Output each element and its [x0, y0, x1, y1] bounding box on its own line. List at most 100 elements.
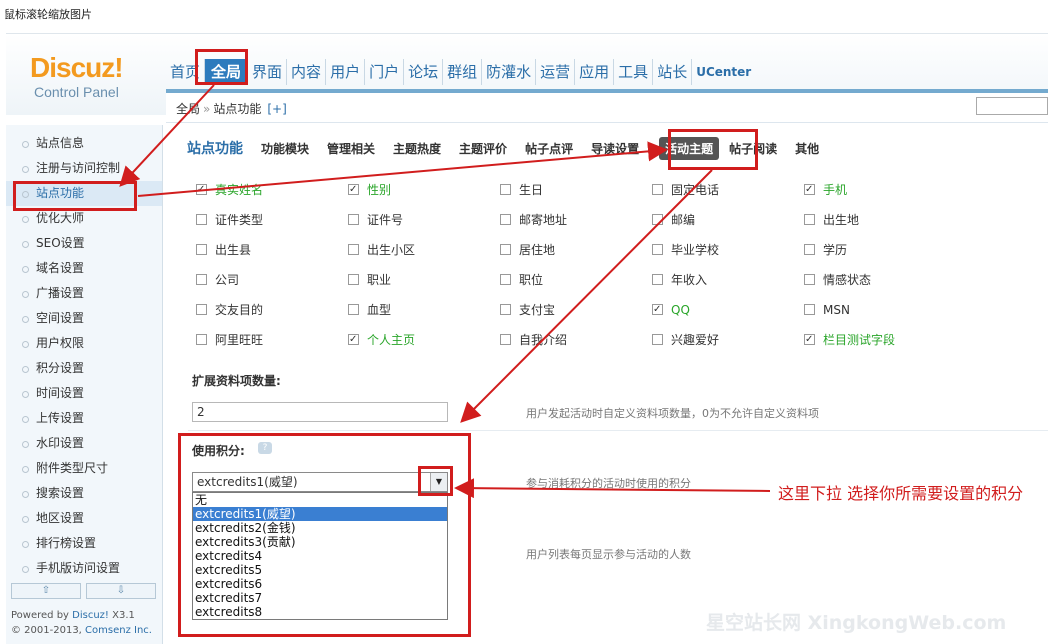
profile-field-checkbox[interactable]: 兴趣爱好 — [652, 332, 719, 348]
profile-field-checkbox[interactable]: 年收入 — [652, 272, 707, 288]
profile-field-checkbox[interactable]: 自我介绍 — [500, 332, 567, 348]
tab-1[interactable]: 管理相关 — [327, 140, 375, 157]
checkbox[interactable] — [348, 274, 359, 285]
sidebar-item-5[interactable]: 域名设置 — [6, 256, 162, 281]
nav-item-5[interactable]: 门户 — [365, 59, 405, 85]
checkbox[interactable] — [196, 214, 207, 225]
profile-field-checkbox[interactable]: 支付宝 — [500, 302, 555, 318]
profile-field-checkbox[interactable]: 居住地 — [500, 242, 555, 258]
checkbox[interactable] — [804, 304, 815, 315]
checkbox[interactable] — [196, 274, 207, 285]
checkbox[interactable] — [348, 304, 359, 315]
checkbox[interactable] — [196, 244, 207, 255]
nav-item-6[interactable]: 论坛 — [404, 59, 444, 85]
sidebar-item-17[interactable]: 手机版访问设置 — [6, 556, 162, 581]
nav-item-10[interactable]: 应用 — [575, 59, 615, 85]
sidebar-item-12[interactable]: 水印设置 — [6, 431, 162, 456]
sidebar-item-4[interactable]: SEO设置 — [6, 231, 162, 256]
checkbox[interactable] — [804, 244, 815, 255]
profile-field-checkbox[interactable]: 手机 — [804, 182, 847, 198]
profile-field-checkbox[interactable]: 公司 — [196, 272, 239, 288]
profile-field-checkbox[interactable]: 职业 — [348, 272, 391, 288]
profile-field-checkbox[interactable]: 毕业学校 — [652, 242, 719, 258]
tab-2[interactable]: 主题热度 — [393, 140, 441, 157]
powered-brand[interactable]: Discuz! — [72, 610, 109, 621]
profile-field-checkbox[interactable]: 栏目测试字段 — [804, 332, 895, 348]
nav-item-13[interactable]: UCenter — [692, 59, 755, 85]
profile-field-checkbox[interactable]: 邮编 — [652, 212, 695, 228]
sidebar-item-14[interactable]: 搜索设置 — [6, 481, 162, 506]
sidebar-item-6[interactable]: 广播设置 — [6, 281, 162, 306]
breadcrumb-root[interactable]: 全局 — [176, 102, 200, 116]
sidebar-item-15[interactable]: 地区设置 — [6, 506, 162, 531]
nav-item-8[interactable]: 防灌水 — [482, 59, 537, 85]
tab-3[interactable]: 主题评价 — [459, 140, 507, 157]
scroll-down-button[interactable]: ⇩ — [86, 583, 156, 599]
profile-field-checkbox[interactable]: 性别 — [348, 182, 391, 198]
sidebar-item-8[interactable]: 用户权限 — [6, 331, 162, 356]
nav-item-3[interactable]: 内容 — [287, 59, 327, 85]
nav-item-11[interactable]: 工具 — [614, 59, 654, 85]
profile-field-checkbox[interactable]: 交友目的 — [196, 302, 263, 318]
profile-field-checkbox[interactable]: 学历 — [804, 242, 847, 258]
checkbox[interactable] — [500, 334, 511, 345]
sidebar-item-16[interactable]: 排行榜设置 — [6, 531, 162, 556]
checkbox[interactable] — [804, 274, 815, 285]
nav-item-4[interactable]: 用户 — [326, 59, 366, 85]
checkbox[interactable] — [804, 214, 815, 225]
search-input[interactable] — [976, 97, 1048, 115]
checkbox[interactable] — [652, 274, 663, 285]
sidebar-item-13[interactable]: 附件类型尺寸 — [6, 456, 162, 481]
logo[interactable]: Discuz! Control Panel — [30, 54, 160, 101]
checkbox[interactable] — [196, 334, 207, 345]
profile-field-checkbox[interactable]: 生日 — [500, 182, 543, 198]
profile-field-checkbox[interactable]: 证件号 — [348, 212, 403, 228]
tab-5[interactable]: 导读设置 — [591, 140, 639, 157]
profile-field-checkbox[interactable]: 出生县 — [196, 242, 251, 258]
breadcrumb-add-button[interactable]: [+] — [267, 102, 286, 116]
profile-field-checkbox[interactable]: 职位 — [500, 272, 543, 288]
profile-field-checkbox[interactable]: 证件类型 — [196, 212, 263, 228]
profile-field-checkbox[interactable]: 固定电话 — [652, 182, 719, 198]
sidebar-item-1[interactable]: 注册与访问控制 — [6, 156, 162, 181]
profile-field-checkbox[interactable]: QQ — [652, 302, 690, 318]
checkbox[interactable] — [500, 184, 511, 195]
checkbox[interactable] — [804, 182, 815, 198]
checkbox[interactable] — [652, 334, 663, 345]
checkbox[interactable] — [196, 304, 207, 315]
nav-item-9[interactable]: 运营 — [536, 59, 576, 85]
tab-8[interactable]: 其他 — [795, 140, 819, 157]
profile-field-checkbox[interactable]: 出生地 — [804, 212, 859, 228]
tab-4[interactable]: 帖子点评 — [525, 140, 573, 157]
profile-field-checkbox[interactable]: 阿里旺旺 — [196, 332, 263, 348]
profile-field-checkbox[interactable]: 真实姓名 — [196, 182, 263, 198]
checkbox[interactable] — [652, 302, 663, 318]
nav-item-7[interactable]: 群组 — [443, 59, 483, 85]
checkbox[interactable] — [804, 332, 815, 348]
checkbox[interactable] — [348, 214, 359, 225]
checkbox[interactable] — [652, 184, 663, 195]
sidebar-item-9[interactable]: 积分设置 — [6, 356, 162, 381]
nav-item-2[interactable]: 界面 — [248, 59, 288, 85]
checkbox[interactable] — [348, 182, 359, 198]
tab-0[interactable]: 功能模块 — [261, 140, 309, 157]
profile-field-checkbox[interactable]: MSN — [804, 302, 850, 318]
profile-field-checkbox[interactable]: 出生小区 — [348, 242, 415, 258]
checkbox[interactable] — [652, 214, 663, 225]
checkbox[interactable] — [348, 332, 359, 348]
sidebar-item-10[interactable]: 时间设置 — [6, 381, 162, 406]
profile-field-checkbox[interactable]: 情感状态 — [804, 272, 871, 288]
company-link[interactable]: Comsenz Inc. — [85, 625, 152, 636]
sidebar-item-7[interactable]: 空间设置 — [6, 306, 162, 331]
checkbox[interactable] — [500, 274, 511, 285]
ext-count-input[interactable]: 2 — [192, 402, 448, 422]
checkbox[interactable] — [348, 244, 359, 255]
sidebar-item-11[interactable]: 上传设置 — [6, 406, 162, 431]
profile-field-checkbox[interactable]: 血型 — [348, 302, 391, 318]
sidebar-item-0[interactable]: 站点信息 — [6, 131, 162, 156]
profile-field-checkbox[interactable]: 个人主页 — [348, 332, 415, 348]
nav-item-12[interactable]: 站长 — [653, 59, 693, 85]
profile-field-checkbox[interactable]: 邮寄地址 — [500, 212, 567, 228]
checkbox[interactable] — [500, 244, 511, 255]
checkbox[interactable] — [500, 214, 511, 225]
